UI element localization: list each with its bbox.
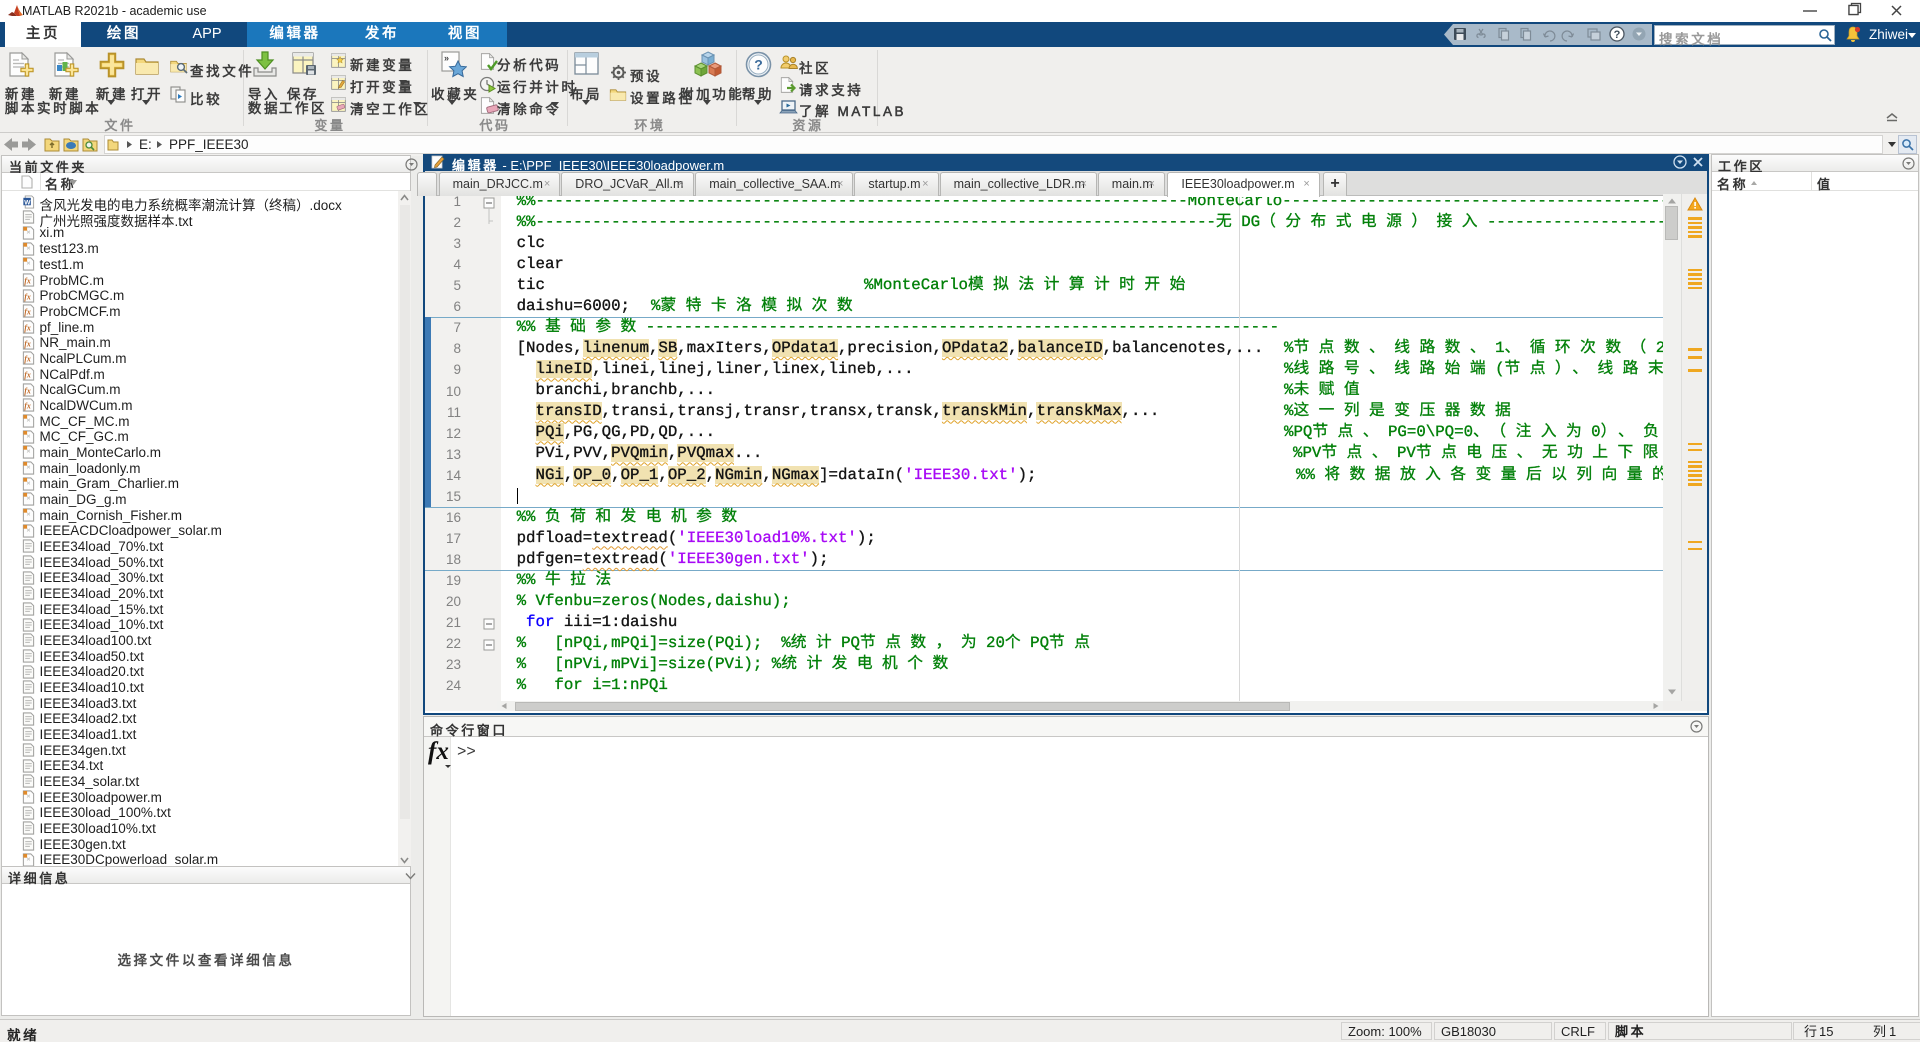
svg-text:fx: fx <box>24 292 31 301</box>
svg-text:fx: fx <box>24 354 31 363</box>
svg-text:fx: fx <box>24 323 31 332</box>
svg-text:fx: fx <box>24 339 31 348</box>
svg-text:fx: fx <box>24 401 31 410</box>
svg-text:»: » <box>444 53 449 63</box>
svg-text:W: W <box>24 199 31 206</box>
svg-text:fx: fx <box>24 276 31 285</box>
svg-text:fx: fx <box>24 307 31 316</box>
svg-text:?: ? <box>1614 29 1621 41</box>
svg-text:fx: fx <box>24 370 31 379</box>
svg-text:?: ? <box>754 57 763 73</box>
svg-text:fx: fx <box>24 386 31 395</box>
